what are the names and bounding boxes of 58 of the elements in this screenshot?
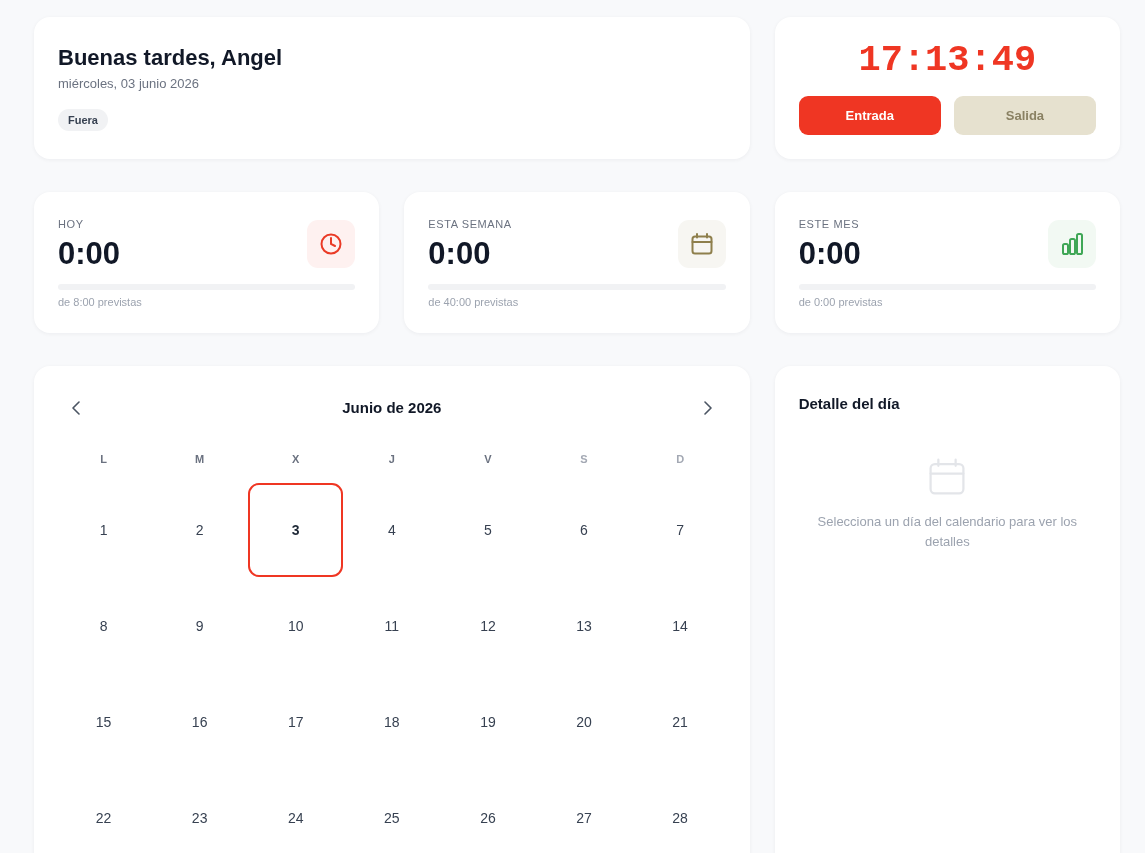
calendar-day[interactable]: 20 — [536, 675, 632, 769]
calendar-day[interactable]: 23 — [152, 771, 248, 853]
month-title: Junio de 2026 — [342, 398, 442, 418]
calendar-day[interactable]: 28 — [632, 771, 728, 853]
calendar-day[interactable]: 16 — [152, 675, 248, 769]
calendar-day[interactable]: 19 — [440, 675, 536, 769]
chevron-left-icon — [72, 401, 80, 415]
stat-label: ESTA SEMANA — [428, 217, 512, 231]
weekday-label: L — [100, 452, 107, 466]
calendar-day[interactable]: 1 — [56, 483, 152, 577]
calendar-day[interactable]: 21 — [632, 675, 728, 769]
calendar-day[interactable]: 7 — [632, 483, 728, 577]
calendar-icon — [928, 458, 967, 496]
date-text: miércoles, 03 junio 2026 — [58, 75, 199, 93]
stat-label: ESTE MES — [798, 217, 860, 231]
clock-time: 17:13:49 — [858, 39, 1037, 81]
stat-caption: de 0:00 previstas — [798, 295, 883, 309]
calendar-day[interactable]: 10 — [248, 579, 344, 673]
calendar-day[interactable]: 18 — [344, 675, 440, 769]
calendar-day[interactable]: 5 — [440, 483, 536, 577]
greeting-title: Buenas tardes, Angel — [58, 45, 283, 71]
stat-caption: de 40:00 previstas — [428, 295, 519, 309]
calendar-day[interactable]: 8 — [56, 579, 152, 673]
calendar-day[interactable]: 27 — [536, 771, 632, 853]
stat-value: 0:00 — [428, 237, 491, 271]
calendar-day[interactable]: 3 — [248, 483, 344, 577]
empty-message: Selecciona un día del calendario para ver los detalles — [816, 513, 1079, 551]
calendar-day[interactable]: 17 — [248, 675, 344, 769]
calendar-day[interactable]: 13 — [536, 579, 632, 673]
stat-label: HOY — [58, 217, 84, 231]
weekday-label: D — [676, 452, 685, 466]
stat-value: 0:00 — [798, 237, 861, 271]
calendar-day[interactable]: 15 — [56, 675, 152, 769]
stat-value: 0:00 — [58, 237, 121, 271]
calendar-day[interactable]: 12 — [440, 579, 536, 673]
calendar-day[interactable]: 6 — [536, 483, 632, 577]
weekday-label: M — [195, 452, 205, 466]
bar-chart-icon — [1048, 220, 1096, 268]
weekday-label: V — [484, 452, 492, 466]
weekday-label: J — [388, 452, 395, 466]
calendar-day[interactable]: 4 — [344, 483, 440, 577]
calendar-day[interactable]: 11 — [344, 579, 440, 673]
chevron-right-icon — [703, 401, 712, 415]
detail-title: Detalle del día — [798, 394, 901, 414]
calendar-day[interactable]: 22 — [56, 771, 152, 853]
clock-icon — [307, 220, 356, 268]
stat-caption: de 8:00 previstas — [58, 295, 142, 309]
status-badge: Fuera — [58, 109, 108, 131]
calendar-day[interactable]: 26 — [440, 771, 536, 853]
clock-in-button[interactable]: Entrada — [798, 96, 941, 135]
calendar-day[interactable]: 2 — [152, 483, 248, 577]
calendar-day[interactable]: 24 — [248, 771, 344, 853]
calendar-day[interactable]: 9 — [152, 579, 248, 673]
calendar-day[interactable]: 14 — [632, 579, 728, 673]
calendar-day[interactable]: 25 — [344, 771, 440, 853]
calendar-icon — [677, 220, 726, 268]
weekday-label: S — [580, 452, 588, 466]
weekday-label: X — [292, 452, 300, 466]
